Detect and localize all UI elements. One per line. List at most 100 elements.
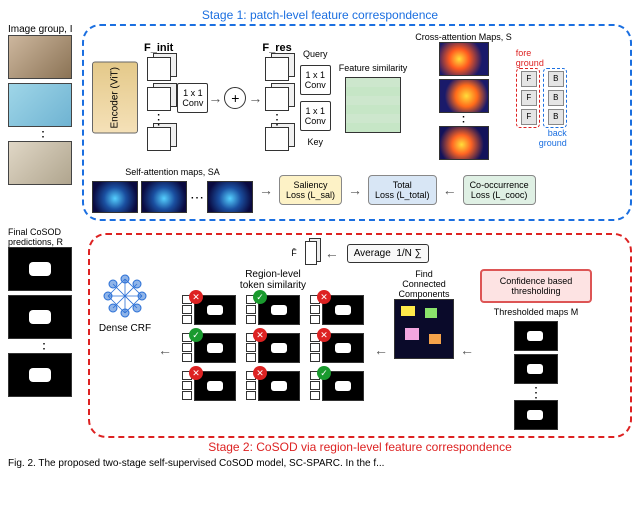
cross-attention-heatmap xyxy=(439,126,489,160)
feature-cube-icon xyxy=(265,127,289,151)
region-mask: ✕ xyxy=(258,333,300,363)
conv1x1-query-block: 1 x 1 Conv xyxy=(300,65,331,95)
region-similarity-label: Region-level token similarity xyxy=(240,269,306,291)
b-token: B xyxy=(548,109,564,125)
feature-cube-icon xyxy=(265,57,289,81)
self-attention-label: Self-attention maps, SA xyxy=(125,167,220,177)
b-token: B xyxy=(548,71,564,87)
arrow-left-icon: ← xyxy=(460,342,474,358)
arrow-left-icon: ← xyxy=(158,342,172,358)
fbar-token-icon xyxy=(305,241,317,265)
feature-cube-icon xyxy=(147,87,171,111)
arrow-right-icon: → xyxy=(208,90,222,106)
final-prediction-mask xyxy=(8,247,72,291)
background-label: back ground xyxy=(516,128,567,148)
region-similarity-grid: ✕ ✓ ✕ ✓ ✕ ✕ ✕ ✕ ✓ xyxy=(178,291,368,405)
add-op-icon: + xyxy=(224,87,246,109)
figure-caption: Fig. 2. The proposed two-stage self-supe… xyxy=(8,458,632,469)
region-mask: ✓ xyxy=(322,371,364,401)
thresholded-maps-column: ⋮ xyxy=(514,321,558,430)
fres-column: F_res ⋮ xyxy=(262,42,291,154)
accept-mark-icon: ✓ xyxy=(253,290,267,304)
region-mask: ✕ xyxy=(194,371,236,401)
final-predictions-label: Final CoSOD predictions, R xyxy=(8,227,80,247)
foreground-group-box: F F F xyxy=(516,68,540,128)
feature-similarity-label: Feature similarity xyxy=(339,63,408,73)
total-loss-box: Total Loss (L_total) xyxy=(368,175,437,205)
arrow-left-icon: ← xyxy=(325,245,339,261)
thresholded-mask xyxy=(514,400,558,430)
reject-mark-icon: ✕ xyxy=(189,366,203,380)
cross-attention-label: Cross-attention Maps, S xyxy=(415,32,512,42)
f-token: F xyxy=(521,109,537,125)
average-formula: 1/N ∑ xyxy=(396,248,421,259)
region-mask: ✓ xyxy=(258,295,300,325)
self-attention-heatmap xyxy=(141,181,187,213)
key-label: Key xyxy=(300,137,331,147)
arrow-right-icon: → xyxy=(348,182,362,198)
stage1-container: Encoder (ViT) F_init ⋮ 1 x 1 Conv → + → … xyxy=(82,24,632,221)
final-prediction-mask xyxy=(8,353,72,397)
ellipsis-icon: ⋮ xyxy=(514,387,558,397)
dense-crf-label: Dense CRF xyxy=(99,323,151,334)
query-key-column: Query 1 x 1 Conv 1 x 1 Conv Key xyxy=(300,49,331,147)
b-token: B xyxy=(548,90,564,106)
thresholded-maps-label: Thresholded maps M xyxy=(494,307,579,317)
input-image-thumb xyxy=(8,141,72,185)
foreground-label: fore ground xyxy=(516,48,544,68)
self-attention-heatmap xyxy=(207,181,253,213)
region-mask: ✕ xyxy=(258,371,300,401)
f-token: F xyxy=(521,71,537,87)
accept-mark-icon: ✓ xyxy=(189,328,203,342)
query-label: Query xyxy=(300,49,331,59)
finit-column: F_init ⋮ xyxy=(144,42,173,154)
confidence-thresholding-box: Confidence based thresholding xyxy=(480,269,592,303)
self-attention-strip: ⋯ xyxy=(92,181,253,213)
ellipsis-icon: ⋮ xyxy=(270,114,284,124)
reject-mark-icon: ✕ xyxy=(253,366,267,380)
feature-similarity-grid-icon xyxy=(345,77,401,133)
average-block: Average 1/N ∑ xyxy=(347,244,429,263)
fbar-label: F̄ xyxy=(291,248,297,258)
connected-components-icon xyxy=(394,299,454,359)
stage1-title: Stage 1: patch-level feature corresponde… xyxy=(8,8,632,22)
cooccurrence-loss-box: Co-occurrence Loss (L_cooc) xyxy=(463,175,536,205)
feature-cube-icon xyxy=(147,57,171,81)
input-image-thumb xyxy=(8,35,72,79)
region-mask: ✓ xyxy=(194,333,236,363)
dense-crf-icon xyxy=(98,269,152,323)
ellipsis-icon: ⋮ xyxy=(457,116,471,126)
reject-mark-icon: ✕ xyxy=(317,328,331,342)
finit-label: F_init xyxy=(144,42,173,54)
cross-attention-heatmap xyxy=(439,42,489,76)
reject-mark-icon: ✕ xyxy=(189,290,203,304)
arrow-right-icon: → xyxy=(259,182,273,198)
ellipsis-icon: ⋮ xyxy=(8,343,80,353)
reject-mark-icon: ✕ xyxy=(317,290,331,304)
arrow-left-icon: ← xyxy=(443,182,457,198)
thresholded-mask xyxy=(514,321,558,351)
final-prediction-mask xyxy=(8,295,72,339)
image-group-label: Image group, I xyxy=(8,24,78,35)
encoder-block: Encoder (ViT) xyxy=(92,62,138,134)
fres-label: F_res xyxy=(262,42,291,54)
conv1x1-key-block: 1 x 1 Conv xyxy=(300,101,331,131)
feature-cube-icon xyxy=(265,87,289,111)
region-mask: ✕ xyxy=(194,295,236,325)
arrow-right-icon: → xyxy=(248,90,262,106)
region-mask: ✕ xyxy=(322,295,364,325)
image-group-column: Image group, I ⋮ xyxy=(8,24,78,221)
cross-attention-heatmap xyxy=(439,79,489,113)
thresholded-mask xyxy=(514,354,558,384)
stage2-container: F̄ ← Average 1/N ∑ xyxy=(88,233,632,438)
input-image-thumb xyxy=(8,83,72,127)
stage2-title: Stage 2: CoSOD via region-level feature … xyxy=(88,440,632,454)
accept-mark-icon: ✓ xyxy=(317,366,331,380)
average-label: Average xyxy=(354,248,391,259)
final-predictions-column: Final CoSOD predictions, R ⋮ xyxy=(8,227,80,454)
background-group-box: B B B xyxy=(543,68,567,128)
reject-mark-icon: ✕ xyxy=(253,328,267,342)
ellipsis-icon: ⋮ xyxy=(8,131,78,141)
ellipsis-icon: ⋮ xyxy=(152,114,166,124)
region-mask: ✕ xyxy=(322,333,364,363)
